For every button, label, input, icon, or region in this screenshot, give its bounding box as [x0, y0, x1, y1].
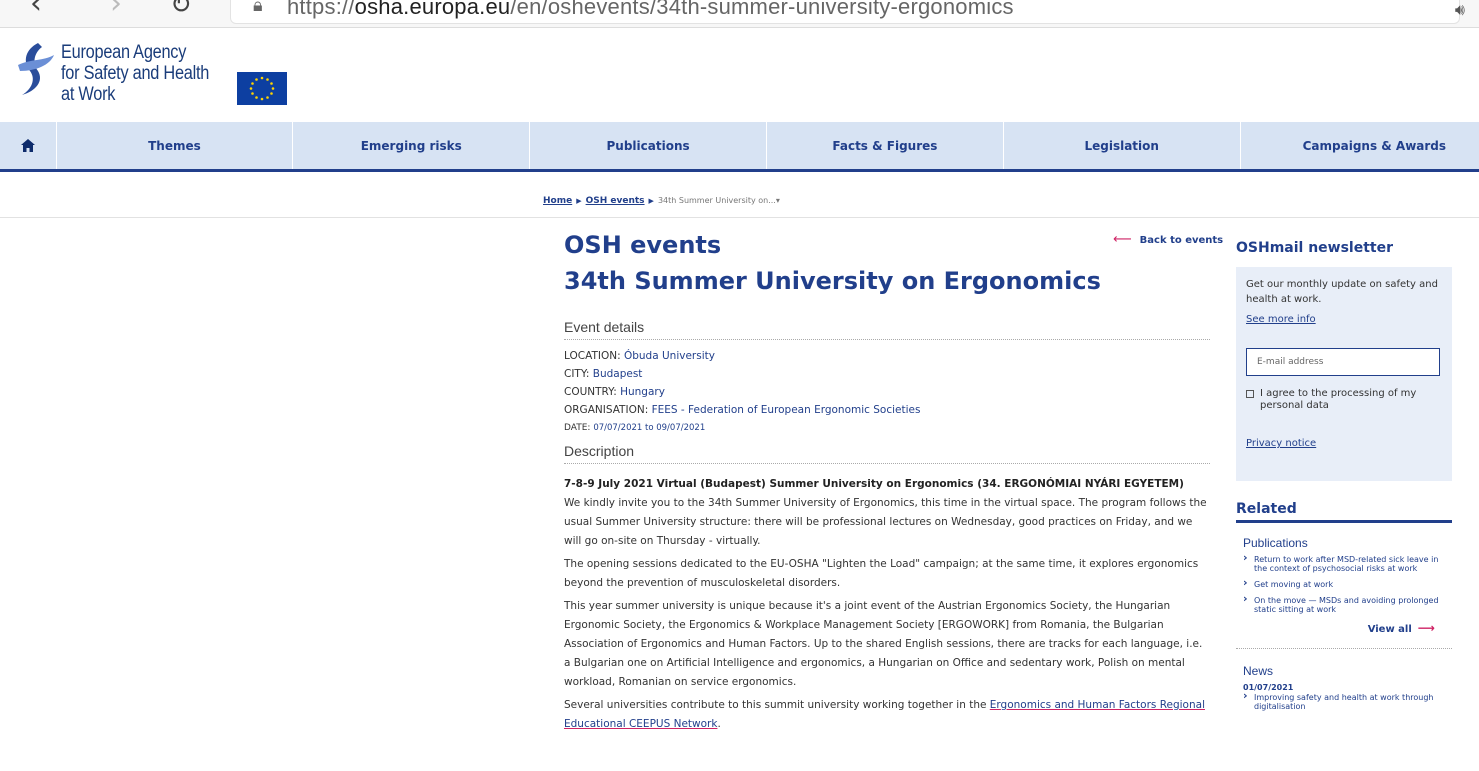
related-title: Related [1236, 501, 1452, 523]
browser-toolbar: ‹ › ↻ 🔒︎ https://osha.europa.eu/en/oshev… [0, 0, 1479, 28]
eu-flag-icon [237, 72, 287, 105]
list-item[interactable]: Get moving at work [1243, 578, 1452, 589]
country-value[interactable]: Hungary [620, 386, 665, 398]
breadcrumb-separator-icon: ▶ [648, 197, 654, 205]
location-value[interactable]: Óbuda University [624, 350, 715, 362]
description-paragraph: We kindly invite you to the 34th Summer … [564, 497, 1207, 547]
publications-heading[interactable]: Publications [1243, 536, 1452, 550]
news-date: 01/07/2021 [1243, 683, 1294, 692]
read-aloud-icon[interactable]: 🔊︎ [1455, 0, 1465, 20]
description-paragraph: The opening sessions dedicated to the EU… [564, 558, 1199, 589]
agree-label: I agree to the processing of my personal… [1260, 388, 1417, 411]
description-title: 7-8-9 July 2021 Virtual (Budapest) Summe… [564, 478, 1184, 490]
reload-icon[interactable]: ↻ [170, 0, 192, 20]
arrow-right-icon: ⟶ [1417, 621, 1435, 635]
breadcrumb-current[interactable]: 34th Summer University on...▾ [658, 196, 780, 205]
sidebar: OSHmail newsletter Get our monthly updat… [1236, 240, 1452, 718]
address-bar[interactable]: 🔒︎ https://osha.europa.eu/en/oshevents/3… [230, 0, 1460, 24]
list-item[interactable]: Improving safety and health at work thro… [1243, 691, 1452, 711]
agree-checkbox[interactable] [1246, 390, 1254, 398]
description-paragraph: This year summer university is unique be… [564, 600, 1203, 688]
see-more-info-link[interactable]: See more info [1246, 314, 1316, 325]
divider [0, 217, 1479, 218]
breadcrumb-osh-events[interactable]: OSH events [586, 196, 645, 206]
newsletter-text: Get our monthly update on safety and hea… [1246, 279, 1438, 305]
nav-publications[interactable]: Publications [530, 122, 767, 169]
breadcrumb-separator-icon: ▶ [576, 197, 582, 205]
list-item[interactable]: Return to work after MSD-related sick le… [1243, 553, 1452, 573]
newsletter-box: Get our monthly update on safety and hea… [1236, 267, 1452, 481]
detail-organisation: ORGANISATION: FEES - Federation of Europ… [564, 404, 921, 416]
divider [1236, 648, 1452, 649]
nav-campaigns-awards[interactable]: Campaigns & Awards [1241, 122, 1479, 169]
home-icon[interactable] [0, 122, 57, 169]
city-value[interactable]: Budapest [593, 368, 643, 380]
breadcrumb: Home ▶ OSH events ▶ 34th Summer University o… [543, 196, 780, 206]
list-item[interactable]: On the move — MSDs and avoiding prolonge… [1243, 594, 1452, 614]
section-title: OSH events [564, 231, 722, 259]
detail-city: CITY: Budapest [564, 368, 643, 380]
site-header: European Agency for Safety and Health at… [0, 29, 1479, 122]
breadcrumb-home[interactable]: Home [543, 196, 572, 206]
main-navigation: Themes Emerging risks Publications Facts… [0, 122, 1479, 172]
main-content: OSH events 34th Summer University on Erg… [564, 230, 1210, 734]
date-value: 07/07/2021 to 09/07/2021 [593, 423, 706, 433]
event-details: LOCATION: Óbuda University CITY: Budapes… [564, 347, 1210, 437]
nav-facts-figures[interactable]: Facts & Figures [767, 122, 1004, 169]
description-heading: Description [564, 443, 1210, 464]
back-arrow-icon[interactable]: ‹ [30, 0, 42, 21]
organisation-value[interactable]: FEES - Federation of European Ergonomic … [652, 404, 921, 416]
news-heading[interactable]: News [1243, 664, 1452, 678]
agree-checkbox-row[interactable]: I agree to the processing of my personal… [1246, 388, 1442, 412]
detail-country: COUNTRY: Hungary [564, 386, 665, 398]
agency-name[interactable]: European Agency for Safety and Health at… [61, 42, 209, 105]
nav-legislation[interactable]: Legislation [1004, 122, 1241, 169]
eu-osha-logo-icon[interactable] [16, 41, 56, 97]
event-details-heading: Event details [564, 319, 1210, 340]
detail-location: LOCATION: Óbuda University [564, 350, 715, 362]
lock-icon: 🔒︎ [253, 0, 263, 16]
privacy-notice-link[interactable]: Privacy notice [1246, 438, 1316, 449]
nav-themes[interactable]: Themes [57, 122, 294, 169]
view-all-link[interactable]: View all ⟶ [1236, 621, 1435, 635]
page-title: 34th Summer University on Ergonomics [564, 267, 1101, 295]
url-text[interactable]: https://osha.europa.eu/en/oshevents/34th… [287, 0, 1014, 20]
description-paragraph: Several universities contribute to this … [564, 699, 1205, 730]
email-field[interactable]: E-mail address [1246, 348, 1440, 376]
newsletter-title: OSHmail newsletter [1236, 240, 1394, 256]
detail-date: DATE: 07/07/2021 to 09/07/2021 [564, 423, 706, 433]
publications-list: Return to work after MSD-related sick le… [1243, 553, 1452, 614]
nav-emerging-risks[interactable]: Emerging risks [293, 122, 531, 169]
forward-arrow-icon[interactable]: › [110, 0, 122, 21]
news-list: Improving safety and health at work thro… [1243, 691, 1452, 711]
